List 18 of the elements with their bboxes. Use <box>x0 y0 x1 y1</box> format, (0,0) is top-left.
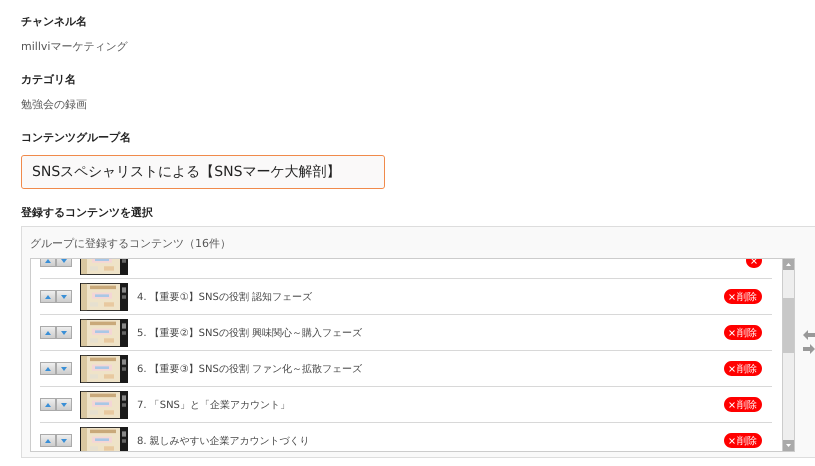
section-label: 登録するコンテンツを選択 <box>21 205 154 220</box>
delete-button[interactable]: 削除 <box>724 433 762 448</box>
delete-button[interactable]: 削除 <box>724 325 762 340</box>
field-label: コンテンツグループ名 <box>21 130 132 145</box>
delete-button[interactable]: 削除 <box>724 289 762 304</box>
content-title: 5. 【重要②】SNSの役割 興味関心～購入フェーズ <box>137 326 362 340</box>
delete-button[interactable]: 削除 <box>724 361 762 376</box>
field-value: millviマーケティング <box>21 39 129 54</box>
panel-title: グループに登録するコンテンツ（16件） <box>30 236 232 252</box>
delete-button[interactable]: 削除 <box>724 397 762 412</box>
content-title: 4. 【重要①】SNSの役割 認知フェーズ <box>137 290 312 304</box>
content-title: 7. 「SNS」と「企業アカウント」 <box>137 398 290 412</box>
field-label: チャンネル名 <box>21 14 88 29</box>
field-label: カテゴリ名 <box>21 72 77 87</box>
content-title: 8. 親しみやすい企業アカウントづくり <box>137 434 310 448</box>
group-name-input[interactable]: SNSスペシャリストによる【SNSマーケ大解剖】 <box>21 155 385 189</box>
content-title: 6. 【重要③】SNSの役割 ファン化～拡散フェーズ <box>137 362 362 376</box>
field-value: 勉強会の録画 <box>21 97 88 112</box>
